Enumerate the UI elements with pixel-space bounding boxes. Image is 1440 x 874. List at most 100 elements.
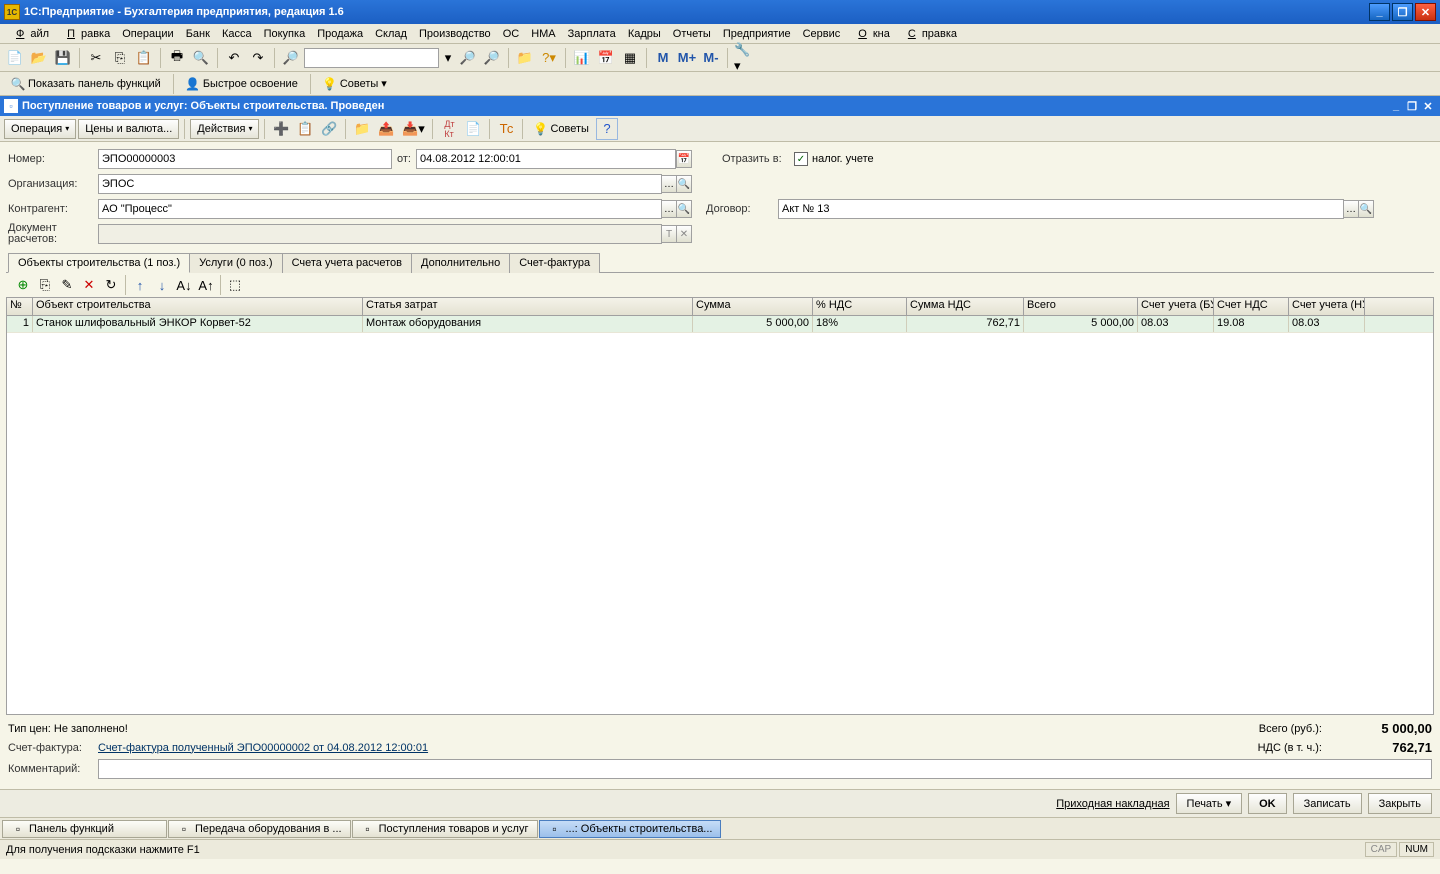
help-icon[interactable]: ?▾ bbox=[538, 47, 560, 69]
print-button[interactable]: Печать▾ bbox=[1176, 793, 1243, 814]
settlement-t-icon[interactable]: T bbox=[661, 225, 677, 243]
task-item[interactable]: ▫...: Объекты строительства... bbox=[539, 820, 722, 838]
contragent-field[interactable] bbox=[98, 199, 662, 219]
move-up-icon[interactable]: ↑ bbox=[129, 274, 151, 296]
menu-кадры[interactable]: Кадры bbox=[622, 26, 667, 42]
org-ellipsis-icon[interactable]: … bbox=[661, 175, 677, 193]
save-button[interactable]: Записать bbox=[1293, 793, 1362, 814]
menu-операции[interactable]: Операции bbox=[116, 26, 179, 42]
calc-icon[interactable]: 📊 bbox=[571, 47, 593, 69]
print-icon[interactable]: 🖶 bbox=[166, 47, 188, 69]
new-icon[interactable]: 📄 bbox=[4, 47, 26, 69]
calendar-icon[interactable]: 📅 bbox=[676, 150, 692, 168]
menu-банк[interactable]: Банк bbox=[180, 26, 216, 42]
doc-close-button[interactable]: ✕ bbox=[1420, 99, 1436, 113]
org-search-icon[interactable]: 🔍 bbox=[676, 175, 692, 193]
movements-icon[interactable]: 📋 bbox=[294, 118, 316, 140]
find-prev-icon[interactable]: 🔎 bbox=[481, 47, 503, 69]
m-icon[interactable]: M bbox=[652, 47, 674, 69]
number-field[interactable] bbox=[98, 149, 392, 169]
contract-search-icon[interactable]: 🔍 bbox=[1358, 200, 1374, 218]
task-item[interactable]: ▫Передача оборудования в ... bbox=[168, 820, 351, 838]
select-icon[interactable]: ⬚ bbox=[224, 274, 246, 296]
doc-help-icon[interactable]: ? bbox=[596, 118, 618, 140]
menu-сервис[interactable]: Сервис bbox=[797, 26, 847, 42]
import-icon[interactable]: 📥▾ bbox=[399, 118, 427, 140]
copy-row-icon[interactable]: ⎘ bbox=[34, 274, 56, 296]
contract-field[interactable] bbox=[778, 199, 1344, 219]
menu-справка[interactable]: Справка bbox=[896, 26, 963, 42]
menu-ос[interactable]: ОС bbox=[497, 26, 526, 42]
contragent-ellipsis-icon[interactable]: … bbox=[661, 200, 677, 218]
tax-checkbox[interactable]: ✓ bbox=[794, 152, 808, 166]
post-icon[interactable]: ➕ bbox=[270, 118, 292, 140]
tab-0[interactable]: Объекты строительства (1 поз.) bbox=[8, 253, 190, 273]
m-plus-icon[interactable]: M+ bbox=[676, 47, 698, 69]
settlement-field[interactable] bbox=[98, 224, 662, 244]
actions-dropdown[interactable]: Действия▾ bbox=[190, 119, 259, 139]
doc-tips-button[interactable]: 💡 Советы bbox=[528, 119, 593, 139]
date-field[interactable] bbox=[416, 149, 676, 169]
comment-field[interactable] bbox=[98, 759, 1432, 779]
contract-ellipsis-icon[interactable]: … bbox=[1343, 200, 1359, 218]
column-header[interactable]: % НДС bbox=[813, 298, 907, 315]
menu-отчеты[interactable]: Отчеты bbox=[667, 26, 717, 42]
slip-link[interactable]: Приходная накладная bbox=[1056, 798, 1169, 810]
date-icon[interactable]: 📅 bbox=[595, 47, 617, 69]
column-header[interactable]: Счет учета (БУ) bbox=[1138, 298, 1214, 315]
settings-icon[interactable]: 🔧▾ bbox=[733, 47, 755, 69]
column-header[interactable]: Всего bbox=[1024, 298, 1138, 315]
menu-предприятие[interactable]: Предприятие bbox=[717, 26, 797, 42]
copy-icon[interactable]: ⎘ bbox=[109, 47, 131, 69]
operation-dropdown[interactable]: Операция▾ bbox=[4, 119, 76, 139]
tab-2[interactable]: Счета учета расчетов bbox=[282, 253, 412, 273]
ok-button[interactable]: OK bbox=[1248, 793, 1287, 814]
find-next-icon[interactable]: 🔎 bbox=[457, 47, 479, 69]
menu-касса[interactable]: Касса bbox=[216, 26, 258, 42]
close-button[interactable]: Закрыть bbox=[1368, 793, 1432, 814]
paste-icon[interactable]: 📋 bbox=[133, 47, 155, 69]
find-icon[interactable]: 🔎 bbox=[280, 47, 302, 69]
redo-icon[interactable]: ↷ bbox=[247, 47, 269, 69]
undo-icon[interactable]: ↶ bbox=[223, 47, 245, 69]
menu-склад[interactable]: Склад bbox=[369, 26, 413, 42]
sort-desc-icon[interactable]: A↑ bbox=[195, 274, 217, 296]
column-header[interactable]: Счет учета (НУ) bbox=[1289, 298, 1365, 315]
export-icon[interactable]: 📤 bbox=[375, 118, 397, 140]
tab-4[interactable]: Счет-фактура bbox=[509, 253, 600, 273]
column-header[interactable]: Сумма bbox=[693, 298, 813, 315]
grid-icon[interactable]: ▦ bbox=[619, 47, 641, 69]
column-header[interactable]: Объект строительства bbox=[33, 298, 363, 315]
minimize-button[interactable]: _ bbox=[1369, 3, 1390, 21]
m-minus-icon[interactable]: M- bbox=[700, 47, 722, 69]
move-down-icon[interactable]: ↓ bbox=[151, 274, 173, 296]
column-header[interactable]: № bbox=[7, 298, 33, 315]
menu-производство[interactable]: Производство bbox=[413, 26, 497, 42]
fill-icon[interactable]: 📁 bbox=[351, 118, 373, 140]
open-icon[interactable]: 📂 bbox=[28, 47, 50, 69]
column-header[interactable]: Счет НДС bbox=[1214, 298, 1289, 315]
menu-нма[interactable]: НМА bbox=[525, 26, 561, 42]
preview-icon[interactable]: 🔍 bbox=[190, 47, 212, 69]
menu-окна[interactable]: Окна bbox=[846, 26, 896, 42]
delete-row-icon[interactable]: ✕ bbox=[78, 274, 100, 296]
config-icon[interactable]: Тс bbox=[495, 118, 517, 140]
org-field[interactable] bbox=[98, 174, 662, 194]
close-window-button[interactable]: ✕ bbox=[1415, 3, 1436, 21]
dt-kt-icon[interactable]: ДтКт bbox=[438, 118, 460, 140]
sort-asc-icon[interactable]: A↓ bbox=[173, 274, 195, 296]
column-header[interactable]: Статья затрат bbox=[363, 298, 693, 315]
table-row[interactable]: 1Станок шлифовальный ЭНКОР Корвет-52Монт… bbox=[7, 316, 1433, 333]
cut-icon[interactable]: ✂ bbox=[85, 47, 107, 69]
show-panel-button[interactable]: 🔍 Показать панель функций bbox=[6, 74, 166, 94]
task-item[interactable]: ▫Панель функций bbox=[2, 820, 167, 838]
quick-start-button[interactable]: 👤 Быстрое освоение bbox=[181, 74, 303, 94]
menu-зарплата[interactable]: Зарплата bbox=[562, 26, 622, 42]
menu-правка[interactable]: Правка bbox=[55, 26, 116, 42]
search-input[interactable] bbox=[304, 48, 439, 68]
structure-icon[interactable]: 🔗 bbox=[318, 118, 340, 140]
add-row-icon[interactable]: ⊕ bbox=[12, 274, 34, 296]
settlement-clear-icon[interactable]: ✕ bbox=[676, 225, 692, 243]
report-icon[interactable]: 📄 bbox=[462, 118, 484, 140]
maximize-button[interactable]: ❐ bbox=[1392, 3, 1413, 21]
